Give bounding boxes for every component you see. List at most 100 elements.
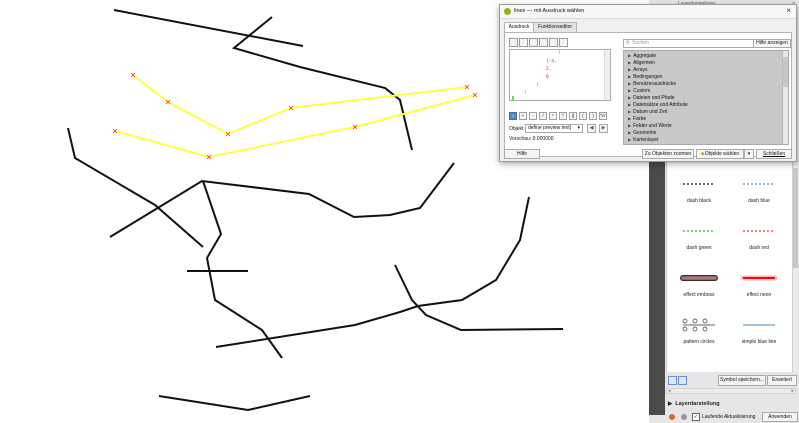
qgis-logo-icon [504, 8, 511, 15]
op-plus-button[interactable]: + [519, 112, 527, 120]
dialog-titlebar: lines — mit Ausdruck wählen × [500, 5, 796, 19]
code-line: 0 [546, 75, 549, 80]
symbol-label: dash red [749, 245, 769, 251]
selected-line[interactable] [114, 94, 476, 159]
text-cursor [512, 96, 514, 101]
zoom-to-features-button[interactable]: Zu Objekten zoomen [642, 149, 694, 159]
redo-icon[interactable] [680, 413, 688, 421]
tree-scrollbar[interactable] [782, 51, 788, 144]
function-tree[interactable]: ▶ Aggregate ▶ Allgemein ▶ Arrays ▶ Bedingung… [623, 50, 789, 145]
next-feature-icon[interactable]: ▶ [599, 124, 608, 133]
expand-arrow-icon[interactable]: ▶ [668, 401, 672, 407]
symbol-library: dash black dash blue dash green dash red… [666, 160, 793, 372]
tree-item[interactable]: ▶ Datensätze und Attribute [628, 102, 688, 108]
symbol-list-scrollbar[interactable] [792, 160, 798, 372]
map-line[interactable] [109, 162, 455, 238]
symbol-dash-black[interactable]: dash black [671, 176, 727, 216]
symbol-label: dash blue [748, 198, 770, 204]
new-file-icon[interactable] [509, 38, 518, 47]
selected-line[interactable] [132, 74, 468, 136]
symbol-simple-blue-line[interactable]: simple blue line [731, 317, 787, 357]
symbol-label: effect emboss [683, 292, 715, 298]
dock-footer: ✓ Laufende Aktualisierung Anwenden [668, 412, 798, 423]
symbol-dash-blue[interactable]: dash blue [731, 176, 787, 216]
search-icon: ⚲ [626, 40, 630, 46]
previous-feature-icon[interactable]: ◀ [587, 124, 596, 133]
symbol-effect-emboss[interactable]: effect emboss [671, 270, 727, 310]
chevron-down-icon: ▾ [577, 125, 580, 131]
op-minus-button[interactable]: - [529, 112, 537, 120]
op-newline-button[interactable]: '\n' [599, 112, 607, 120]
delete-icon[interactable] [539, 38, 548, 47]
map-line[interactable] [202, 180, 283, 359]
close-icon[interactable]: × [786, 6, 791, 15]
map-line[interactable] [158, 395, 311, 412]
tree-item[interactable]: ▶ Kartenlayer [628, 137, 659, 143]
code-line: ) [524, 90, 527, 95]
symbol-dash-red[interactable]: dash red [731, 223, 787, 263]
live-update-label: Laufende Aktualisierung [702, 414, 756, 420]
symbol-label: simple blue line [741, 339, 777, 345]
selected-lines [114, 74, 476, 159]
tree-item[interactable]: ▶ Farbe [628, 116, 646, 122]
symbol-dash-green[interactable]: dash green [671, 223, 727, 263]
save-icon[interactable] [519, 38, 528, 47]
search-input[interactable]: ⚲ Suchen [623, 39, 757, 48]
tree-item[interactable]: ▶ Allgemein [628, 60, 655, 66]
tree-item[interactable]: ▶ Benutzerausdrücke [628, 81, 676, 87]
preview-value: 0.000000 [532, 136, 554, 142]
tree-item[interactable]: ▶ Geometrie [628, 130, 656, 136]
advanced-button[interactable]: Erweitert [767, 375, 797, 386]
list-view-icon[interactable] [668, 376, 677, 385]
dock-sidebar [649, 150, 665, 415]
layer-rendering-section[interactable]: ▶ Layerdarstellung [668, 401, 720, 407]
tab-function-editor[interactable]: Funktionseditor [533, 22, 577, 32]
map-lines [67, 9, 564, 412]
close-button[interactable]: Schließen [756, 149, 792, 159]
op-power-button[interactable]: ^ [559, 112, 567, 120]
map-line[interactable] [67, 127, 204, 248]
undo-icon[interactable] [668, 413, 676, 421]
editor-scrollbar[interactable] [604, 50, 610, 100]
object-label: Objekt [509, 126, 524, 132]
tree-item[interactable]: ▶ Datum und Zeit [628, 109, 667, 115]
op-multiply-button[interactable]: * [549, 112, 557, 120]
select-dropdown-button[interactable]: ▾ [744, 149, 754, 159]
op-equals-button[interactable]: = [509, 112, 517, 120]
op-divide-button[interactable]: / [539, 112, 547, 120]
code-line: |-a, [546, 59, 557, 64]
op-concat-button[interactable]: || [569, 112, 577, 120]
live-update-checkbox[interactable]: ✓ [692, 413, 700, 421]
icon-view-icon[interactable] [678, 376, 687, 385]
op-open-paren-button[interactable]: ( [579, 112, 587, 120]
tree-item[interactable]: ▶ Bedingungen [628, 74, 663, 80]
tree-item[interactable]: ▶ Dateien und Pfade [628, 95, 675, 101]
show-help-button[interactable]: Hilfe anzeigen [753, 39, 791, 48]
tree-item[interactable]: ▶ Aggregate [628, 53, 656, 59]
apply-button[interactable]: Anwenden [762, 412, 798, 422]
code-line: ! [558, 51, 561, 56]
select-features-label: Objekte wählen [704, 151, 740, 157]
help-button[interactable]: Hilfe [504, 149, 540, 159]
tree-item[interactable]: ▶ Custom [628, 88, 650, 94]
object-select[interactable]: define preview text] ▾ [525, 124, 583, 133]
op-close-paren-button[interactable]: ) [589, 112, 597, 120]
expression-editor[interactable]: ! |-a, 2, 0 ) ) [509, 49, 611, 101]
select-features-button[interactable]: ◆Objekte wählen [696, 149, 744, 159]
select-by-expression-dialog: lines — mit Ausdruck wählen × Ausdruck F… [499, 4, 797, 162]
edit-icon[interactable] [529, 38, 538, 47]
preview-row: Vorschau: 0.000000 [509, 136, 554, 142]
save-symbol-button[interactable]: Symbol speichern... [718, 375, 766, 386]
search-placeholder: Suchen [632, 40, 649, 46]
import-icon[interactable] [549, 38, 558, 47]
symbol-pattern-circles[interactable]: pattern circles [671, 317, 727, 357]
symbol-effect-neon[interactable]: effect neon [731, 270, 787, 310]
map-line[interactable] [215, 196, 530, 348]
export-icon[interactable] [559, 38, 568, 47]
tree-item[interactable]: ▶ Arrays [628, 67, 648, 73]
horizontal-scrollbar[interactable]: ◂ ▸ [666, 388, 796, 394]
map-line[interactable] [113, 9, 304, 47]
tree-item[interactable]: ▶ Felder und Werte [628, 123, 672, 129]
map-line[interactable] [394, 264, 564, 332]
code-line: ) [536, 83, 539, 88]
